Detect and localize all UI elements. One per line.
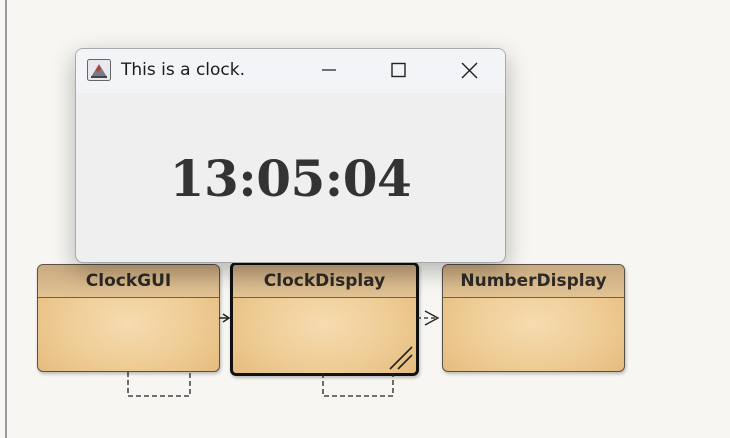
java-app-icon	[87, 59, 111, 81]
maximize-button[interactable]	[376, 49, 422, 93]
class-clockdisplay-title: ClockDisplay	[233, 265, 416, 298]
self-link-clockdisplay	[322, 373, 394, 397]
minimize-button[interactable]	[307, 49, 353, 93]
clock-time-display: 13:05:04	[169, 149, 412, 208]
close-button[interactable]	[447, 49, 493, 93]
class-clockgui-title: ClockGUI	[38, 265, 219, 298]
maximize-icon	[391, 62, 406, 78]
minimize-icon	[322, 69, 336, 71]
class-clockdisplay[interactable]: ClockDisplay	[230, 262, 419, 376]
clock-window[interactable]: This is a clock. 13:05:04	[75, 48, 506, 263]
canvas-border	[5, 0, 7, 438]
self-link-clockgui	[127, 372, 191, 397]
class-numberdisplay-title: NumberDisplay	[443, 265, 624, 298]
window-titlebar[interactable]: This is a clock.	[76, 49, 505, 93]
class-numberdisplay[interactable]: NumberDisplay	[442, 264, 625, 372]
arrow-clockdisplay-to-numberdisplay	[417, 310, 440, 326]
window-title: This is a clock.	[121, 60, 246, 80]
arrow-clockgui-to-clockdisplay	[219, 313, 231, 323]
class-clockgui[interactable]: ClockGUI	[37, 264, 220, 372]
close-icon	[461, 62, 478, 79]
